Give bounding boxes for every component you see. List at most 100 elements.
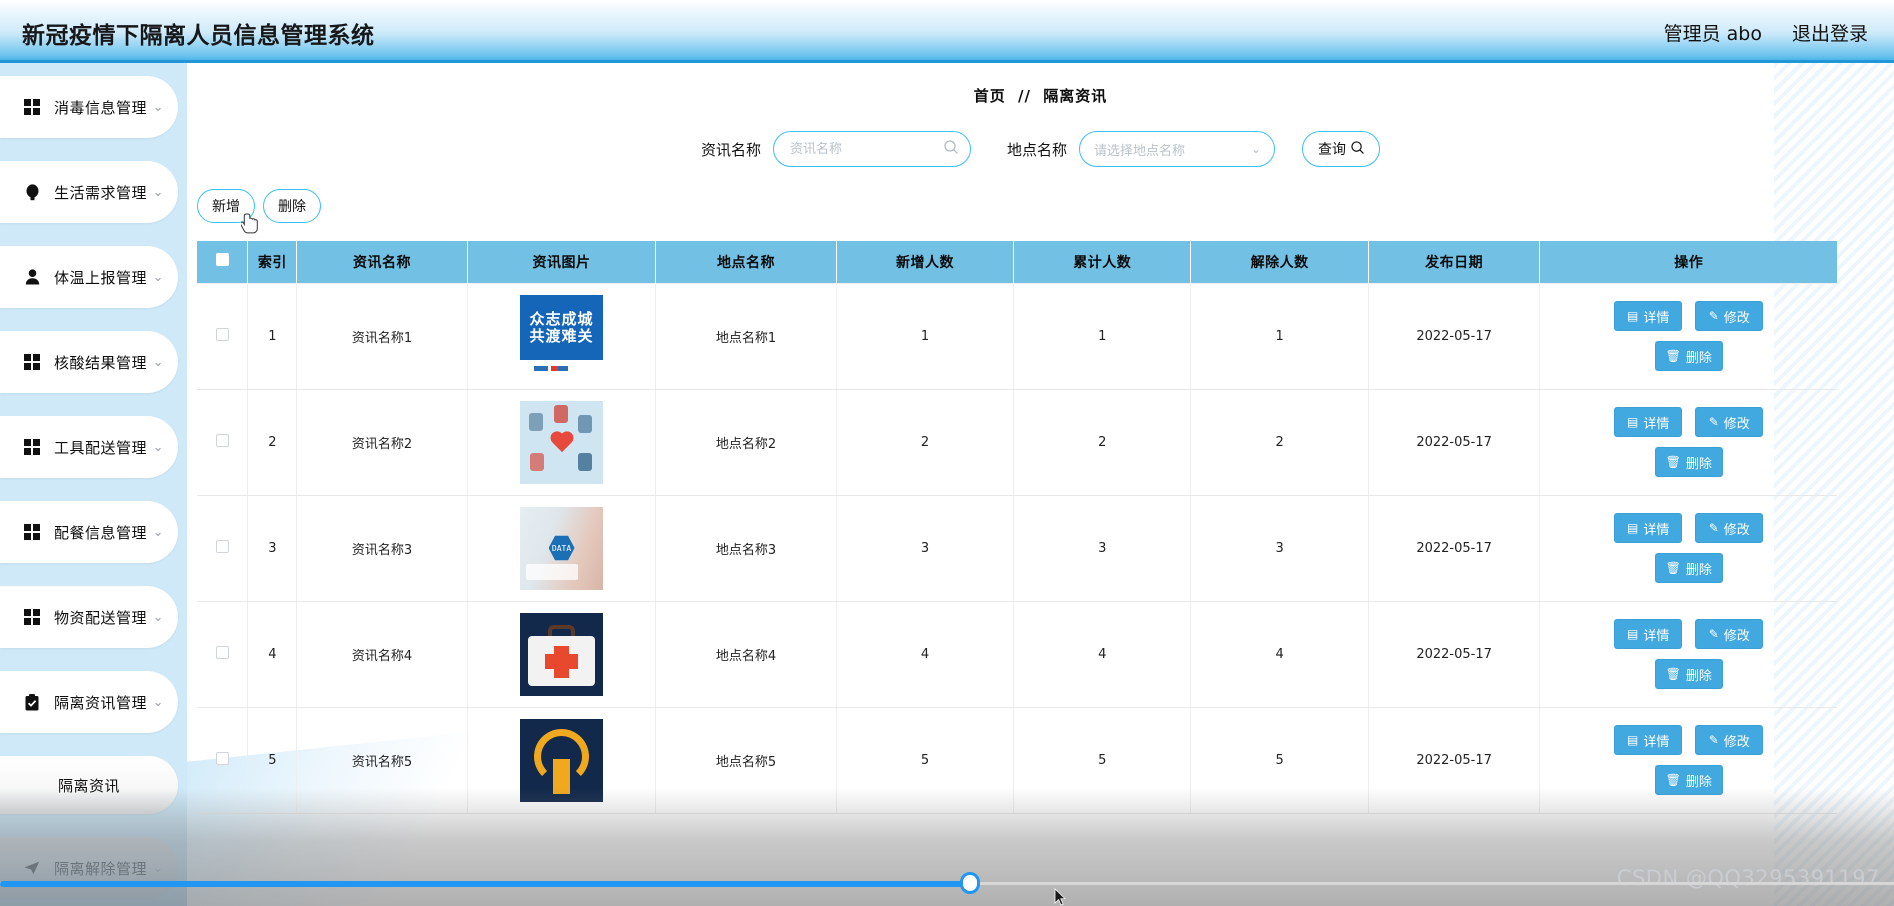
row-delete-button[interactable]: 🗑 删除 bbox=[1654, 765, 1723, 795]
th-publish-date: 发布日期 bbox=[1368, 241, 1541, 283]
news-thumbnail[interactable]: DATA bbox=[520, 506, 604, 590]
search-icon bbox=[1351, 140, 1364, 158]
sidebar-item-isolation-news[interactable]: 隔离资讯管理 ⌄ bbox=[0, 671, 178, 733]
cell-publish-date: 2022-05-17 bbox=[1368, 389, 1541, 496]
cell-new-count: 2 bbox=[836, 389, 1015, 496]
row-delete-button[interactable]: 🗑 删除 bbox=[1654, 659, 1723, 689]
delete-button[interactable]: 删除 bbox=[263, 189, 321, 223]
news-table: 索引 资讯名称 资讯图片 地点名称 新增人数 累计人数 解除人数 发布日期 操作 bbox=[197, 241, 1837, 814]
row-select-cell[interactable] bbox=[197, 282, 249, 390]
cell-new-count: 4 bbox=[836, 601, 1015, 708]
grid-icon bbox=[22, 608, 42, 626]
row-delete-label: 删除 bbox=[1685, 668, 1712, 684]
edit-label: 修改 bbox=[1723, 734, 1750, 750]
sidebar-item-meal-info[interactable]: 配餐信息管理 ⌄ bbox=[0, 501, 178, 563]
row-delete-button[interactable]: 🗑 删除 bbox=[1654, 447, 1723, 477]
cell-released-count: 2 bbox=[1190, 389, 1369, 496]
row-delete-label: 删除 bbox=[1685, 350, 1712, 366]
row-select-cell[interactable] bbox=[197, 495, 249, 602]
sidebar-item-disinfection[interactable]: 消毒信息管理 ⌄ bbox=[0, 76, 178, 138]
pencil-icon: ✎ bbox=[1708, 627, 1719, 641]
sidebar-item-nucleic-result[interactable]: 核酸结果管理 ⌄ bbox=[0, 331, 178, 393]
news-thumbnail[interactable] bbox=[520, 400, 604, 484]
app-root: 新冠疫情下隔离人员信息管理系统 管理员 abo 退出登录 消毒信息管理 ⌄ 生活… bbox=[0, 0, 1894, 906]
cell-index: 4 bbox=[247, 601, 298, 708]
cell-news-name: 资讯名称1 bbox=[296, 282, 468, 390]
sidebar-item-label: 物资配送管理 bbox=[54, 608, 148, 627]
cell-total-count: 4 bbox=[1013, 601, 1192, 708]
row-select-cell[interactable] bbox=[197, 389, 249, 496]
detail-button[interactable]: ▤ 详情 bbox=[1614, 725, 1683, 755]
chevron-down-icon: ⌄ bbox=[1250, 142, 1262, 156]
chevron-down-icon: ⌄ bbox=[152, 694, 164, 710]
news-thumbnail[interactable]: 众志成城 共渡难关 bbox=[520, 294, 604, 378]
th-news-image: 资讯图片 bbox=[467, 241, 657, 283]
sidebar-item-life-needs[interactable]: 生活需求管理 ⌄ bbox=[0, 161, 178, 223]
edit-button[interactable]: ✎ 修改 bbox=[1695, 619, 1764, 649]
edit-button[interactable]: ✎ 修改 bbox=[1695, 725, 1764, 755]
chevron-down-icon: ⌄ bbox=[152, 99, 164, 115]
heart-icon bbox=[549, 432, 575, 456]
edit-button[interactable]: ✎ 修改 bbox=[1695, 513, 1764, 543]
grid-icon bbox=[22, 523, 42, 541]
news-table-wrapper: 索引 资讯名称 资讯图片 地点名称 新增人数 累计人数 解除人数 发布日期 操作 bbox=[197, 241, 1837, 814]
trash-icon: 🗑 bbox=[1665, 667, 1681, 681]
horizontal-scrollbar[interactable] bbox=[0, 872, 1894, 894]
row-checkbox[interactable] bbox=[215, 645, 229, 659]
select-all-checkbox[interactable] bbox=[215, 253, 229, 267]
sidebar-item-label: 隔离资讯 bbox=[57, 776, 120, 795]
logout-link[interactable]: 退出登录 bbox=[1792, 19, 1868, 46]
news-thumbnail[interactable] bbox=[520, 718, 604, 802]
cell-operations: ▤ 详情 ✎ 修改 🗑 删除 bbox=[1539, 495, 1837, 602]
table-header-row: 索引 资讯名称 资讯图片 地点名称 新增人数 累计人数 解除人数 发布日期 操作 bbox=[197, 241, 1837, 283]
pencil-icon: ✎ bbox=[1708, 415, 1719, 429]
chevron-down-icon: ⌄ bbox=[152, 354, 164, 370]
sidebar-item-tool-delivery[interactable]: 工具配送管理 ⌄ bbox=[0, 416, 178, 478]
chevron-down-icon: ⌄ bbox=[152, 524, 164, 540]
row-delete-button[interactable]: 🗑 删除 bbox=[1654, 553, 1723, 583]
th-total-count: 累计人数 bbox=[1013, 241, 1192, 283]
th-place-name: 地点名称 bbox=[655, 241, 837, 283]
sidebar[interactable]: 消毒信息管理 ⌄ 生活需求管理 ⌄ 体温上报管理 ⌄ 核酸结果管理 ⌄ 工具配送… bbox=[0, 63, 187, 906]
sidebar-item-temperature[interactable]: 体温上报管理 ⌄ bbox=[0, 246, 178, 308]
search-input[interactable] bbox=[788, 140, 956, 158]
scrollbar-knob[interactable] bbox=[960, 872, 980, 894]
cell-index: 1 bbox=[247, 282, 298, 390]
th-select-all[interactable] bbox=[197, 241, 249, 283]
breadcrumb-home[interactable]: 首页 bbox=[974, 87, 1006, 105]
person-icon bbox=[22, 268, 42, 286]
cell-place-name: 地点名称5 bbox=[655, 707, 837, 814]
place-name-select[interactable]: 请选择地点名称 ⌄ bbox=[1079, 131, 1276, 167]
cell-new-count: 5 bbox=[836, 707, 1015, 814]
pencil-icon: ✎ bbox=[1708, 521, 1719, 535]
row-checkbox[interactable] bbox=[215, 433, 229, 447]
cell-operations: ▤ 详情 ✎ 修改 🗑 删除 bbox=[1539, 389, 1837, 496]
edit-button[interactable]: ✎ 修改 bbox=[1695, 407, 1764, 437]
row-checkbox[interactable] bbox=[215, 327, 229, 341]
detail-button[interactable]: ▤ 详情 bbox=[1614, 513, 1683, 543]
thumb-line2: 共渡难关 bbox=[529, 326, 594, 345]
query-button[interactable]: 查询 bbox=[1302, 131, 1381, 167]
add-button[interactable]: 新增 bbox=[197, 189, 255, 223]
sidebar-item-isolation-news-child[interactable]: 隔离资讯 bbox=[0, 756, 178, 814]
row-checkbox[interactable] bbox=[215, 539, 229, 553]
detail-button[interactable]: ▤ 详情 bbox=[1614, 407, 1683, 437]
row-select-cell[interactable] bbox=[197, 601, 249, 708]
th-index: 索引 bbox=[247, 241, 298, 283]
row-select-cell[interactable] bbox=[197, 707, 249, 814]
detail-button[interactable]: ▤ 详情 bbox=[1614, 301, 1683, 331]
document-icon: ▤ bbox=[1627, 309, 1639, 323]
row-delete-button[interactable]: 🗑 删除 bbox=[1654, 341, 1723, 371]
news-name-input-wrap[interactable] bbox=[773, 131, 971, 167]
table-toolbar: 新增 删除 bbox=[197, 189, 1894, 234]
news-thumbnail[interactable] bbox=[520, 612, 604, 696]
cell-publish-date: 2022-05-17 bbox=[1368, 495, 1541, 602]
sidebar-item-supplies-delivery[interactable]: 物资配送管理 ⌄ bbox=[0, 586, 178, 648]
thumb-line2: DATA bbox=[548, 535, 575, 561]
row-checkbox[interactable] bbox=[215, 751, 229, 765]
sidebar-item-label: 隔离资讯管理 bbox=[54, 693, 148, 712]
edit-button[interactable]: ✎ 修改 bbox=[1695, 301, 1764, 331]
table-row: 5 资讯名称5 地点名称5 5 5 5 2022-05-17 ▤ 详情 ✎ 修改… bbox=[197, 707, 1837, 814]
detail-button[interactable]: ▤ 详情 bbox=[1614, 619, 1683, 649]
app-header: 新冠疫情下隔离人员信息管理系统 管理员 abo 退出登录 bbox=[0, 0, 1894, 63]
